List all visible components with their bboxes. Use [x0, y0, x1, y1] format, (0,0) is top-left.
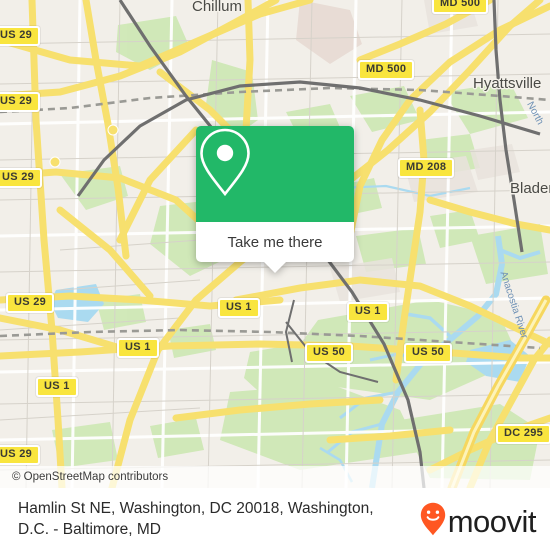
moovit-wordmark: moovit — [447, 504, 537, 539]
popup-pointer — [264, 262, 286, 273]
moovit-smiley-pin-icon — [420, 502, 446, 541]
road-shield: US 50 — [404, 343, 453, 363]
popup-footer[interactable]: Take me there — [196, 222, 354, 273]
road-shield: US 29 — [0, 26, 41, 46]
road-shield: US 1 — [347, 302, 389, 322]
take-me-there-label: Take me there — [227, 233, 323, 251]
moovit-brand[interactable]: moovit — [420, 502, 537, 541]
place-label: Chillum — [192, 0, 243, 15]
place-label: Bladen — [510, 180, 550, 197]
attribution-text: © OpenStreetMap contributors — [12, 471, 169, 483]
road-shield: US 1 — [117, 338, 159, 358]
road-shield: US 29 — [0, 168, 43, 188]
road-shield: US 29 — [0, 445, 41, 465]
footer-bar: Hamlin St NE, Washington, DC 20018, Wash… — [0, 488, 550, 550]
map-canvas[interactable]: US 29 US 29 MD 500 MD 500 MD 208 US 29 US 29 US… — [0, 0, 550, 488]
location-title: Hamlin St NE, Washington, DC 20018, Wash… — [18, 500, 374, 538]
road-shield: MD 208 — [398, 158, 455, 178]
map-attribution[interactable]: © OpenStreetMap contributors — [0, 466, 550, 488]
popup-header — [196, 126, 354, 222]
map-screenshot: US 29 US 29 MD 500 MD 500 MD 208 US 29 US 29 US… — [0, 0, 550, 550]
place-label: Hyattsville — [473, 75, 542, 92]
road-shield: US 50 — [305, 343, 354, 363]
road-shield: MD 500 — [358, 60, 415, 80]
road-shield: MD 500 — [432, 0, 489, 14]
road-shield: DC 295 — [496, 424, 550, 444]
road-shield: US 29 — [6, 293, 55, 313]
road-shield: US 1 — [218, 298, 260, 318]
location-popup[interactable]: Take me there — [196, 126, 354, 273]
road-shield: US 1 — [36, 377, 78, 397]
road-shield: US 29 — [0, 92, 41, 112]
